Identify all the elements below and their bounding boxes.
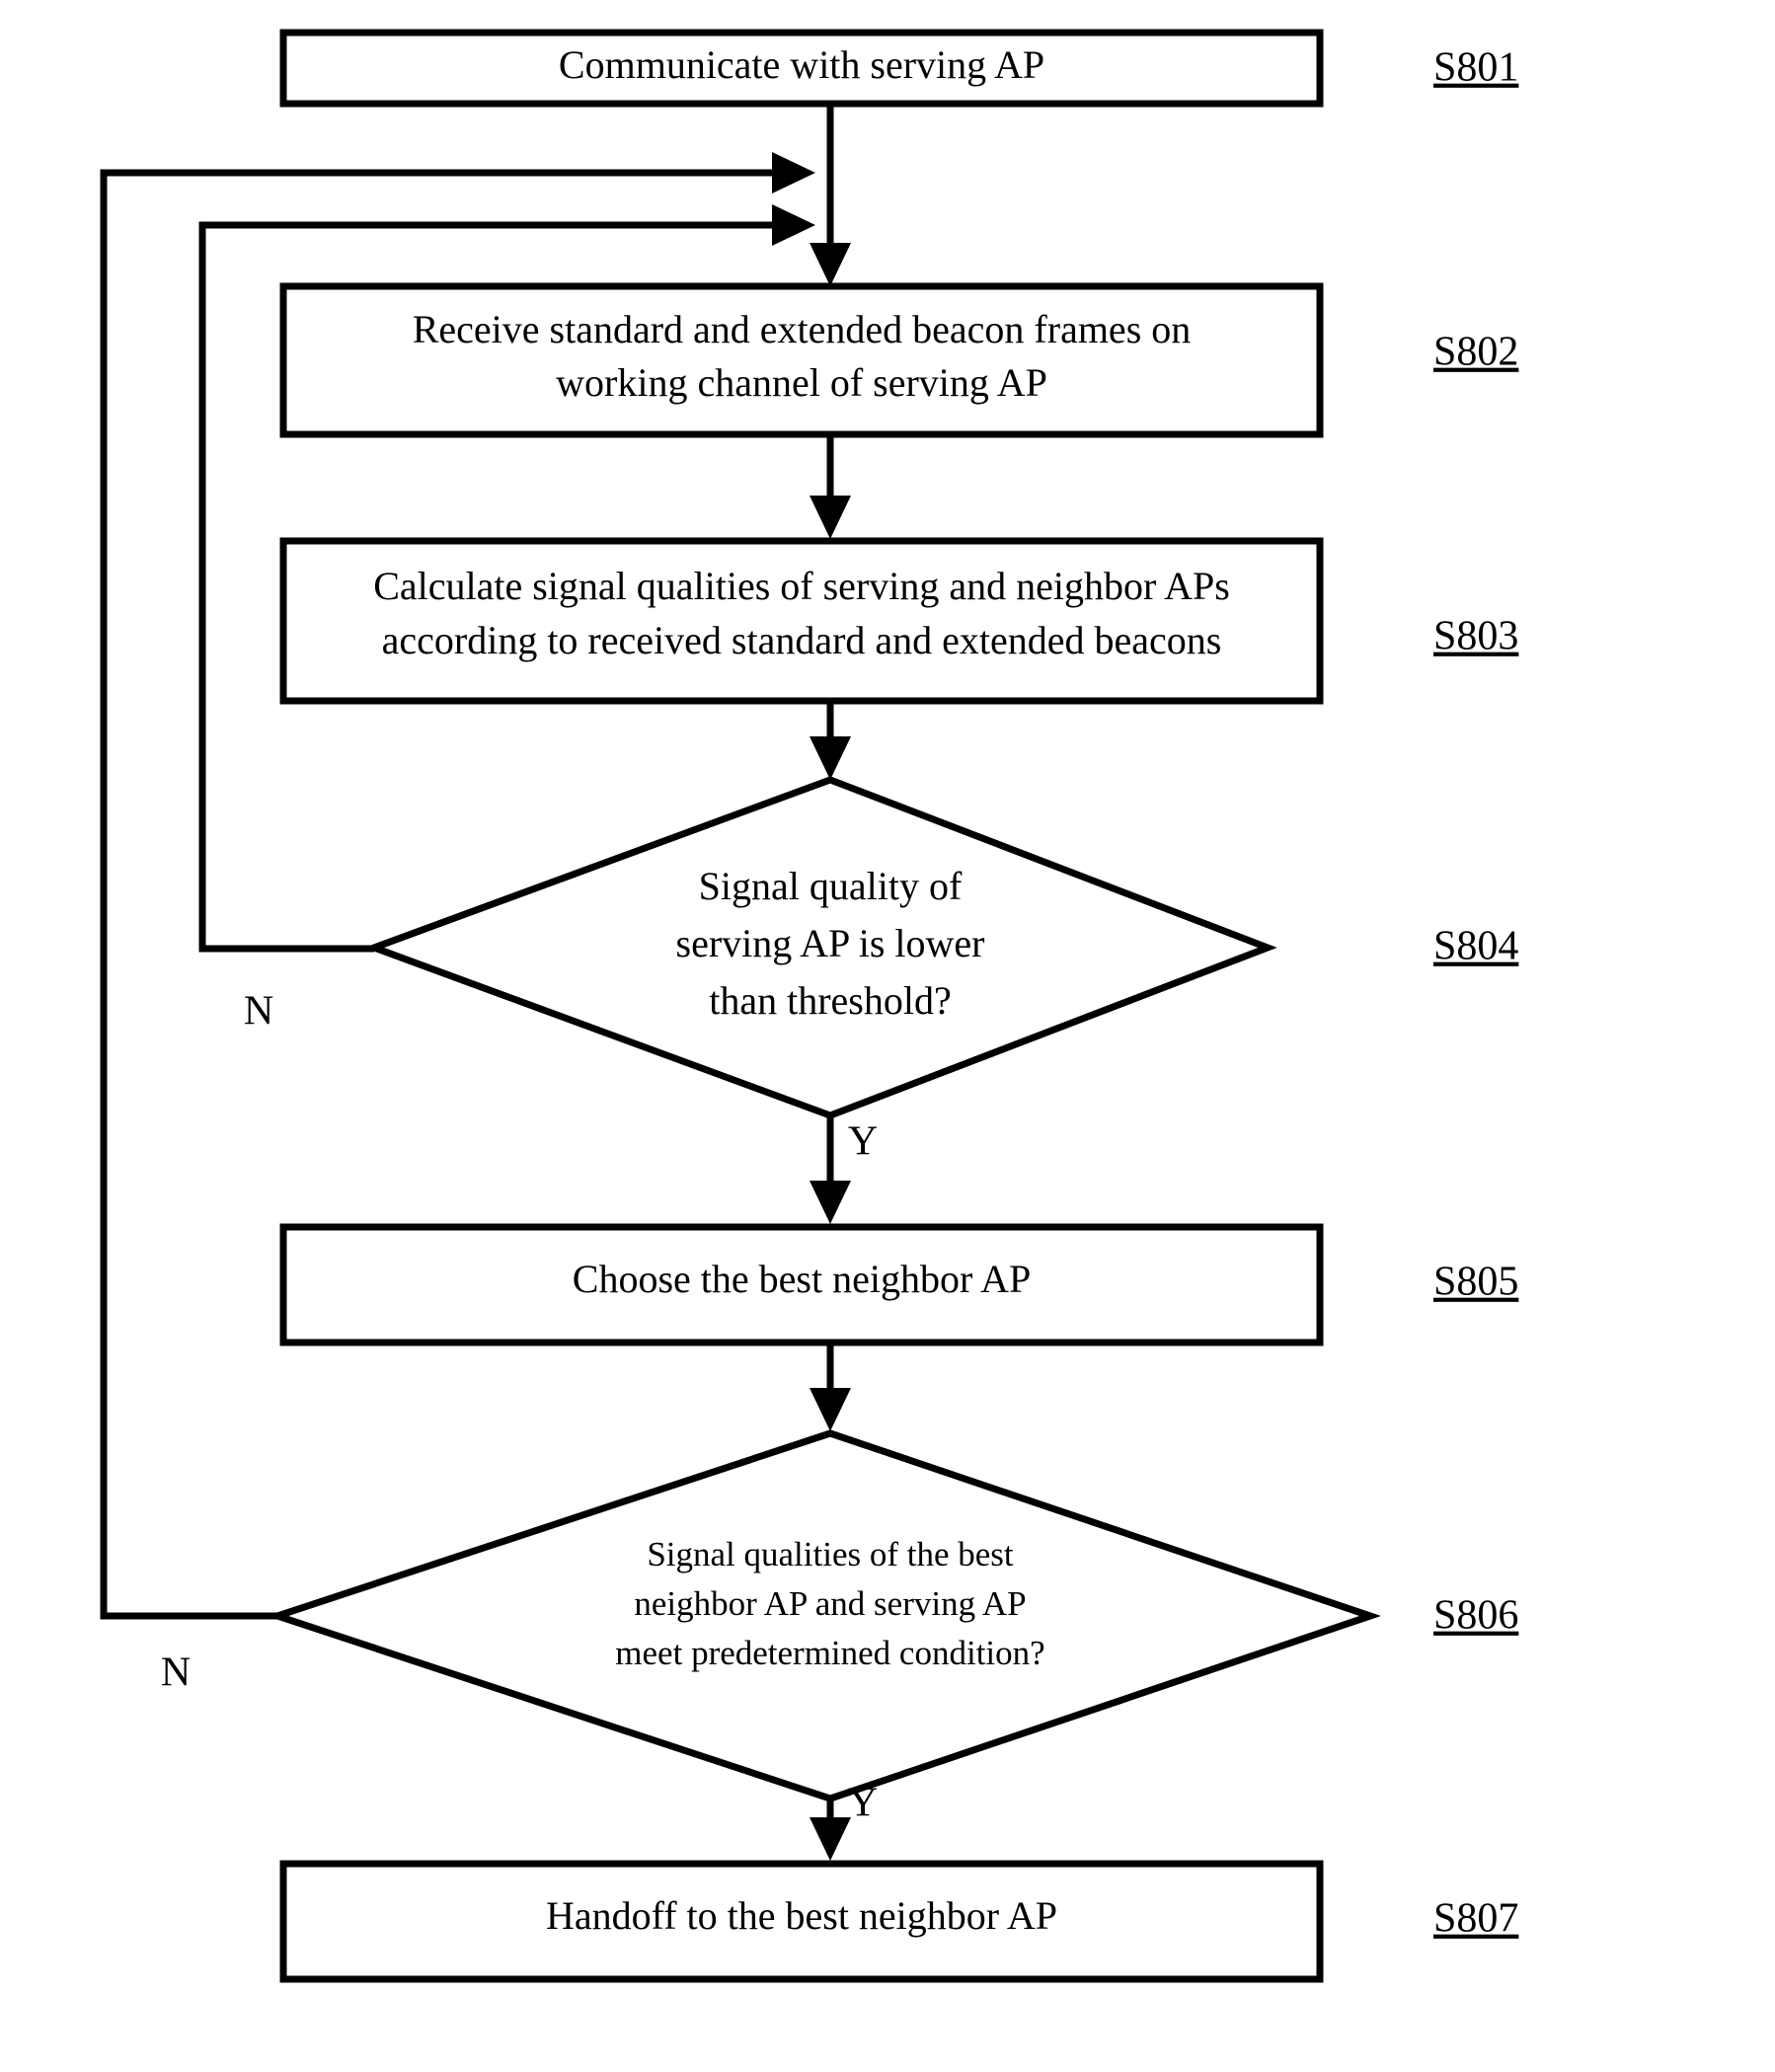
- node-s806-label-line2: neighbor AP and serving AP: [634, 1584, 1026, 1623]
- step-label-s802: S802: [1433, 330, 1518, 375]
- node-s807[interactable]: Handoff to the best neighbor AP: [279, 1860, 1324, 1983]
- node-s804[interactable]: Signal quality of serving AP is lower th…: [363, 776, 1277, 1119]
- step-label-s801: S801: [1433, 45, 1518, 91]
- arrowhead-s801-to-s802: [810, 243, 851, 286]
- node-s805-label: Choose the best neighbor AP: [573, 1257, 1031, 1301]
- node-s804-label-line1: Signal quality of: [699, 864, 963, 908]
- step-label-s805: S805: [1433, 1260, 1518, 1305]
- arrowhead-s806-no-feedback: [772, 152, 815, 193]
- node-s802[interactable]: Receive standard and extended beacon fra…: [279, 282, 1324, 438]
- branch-label-s804-yes: Y: [848, 1119, 878, 1165]
- node-s801-label: Communicate with serving AP: [559, 42, 1044, 87]
- arrowhead-s802-to-s803: [810, 496, 851, 539]
- step-label-s804: S804: [1433, 924, 1518, 969]
- node-s806[interactable]: Signal qualities of the best neighbor AP…: [266, 1429, 1381, 1803]
- branch-label-s804-no: N: [244, 989, 273, 1035]
- arrowhead-s804-yes-to-s805: [810, 1181, 851, 1224]
- flowchart-canvas: Communicate with serving AP S801 Receive…: [100, 29, 1518, 1983]
- arrowhead-s804-no-feedback: [772, 204, 815, 246]
- node-s807-label: Handoff to the best neighbor AP: [546, 1893, 1057, 1938]
- node-s802-label-line2: working channel of serving AP: [556, 360, 1047, 405]
- step-label-s803: S803: [1433, 614, 1518, 659]
- step-label-s807: S807: [1433, 1896, 1518, 1942]
- node-s803[interactable]: Calculate signal qualities of serving an…: [279, 537, 1324, 705]
- node-s803-label-line1: Calculate signal qualities of serving an…: [373, 564, 1230, 608]
- arrowhead-s803-to-s804: [810, 736, 851, 780]
- node-s803-label-line2: according to received standard and exten…: [382, 618, 1222, 662]
- node-s802-label-line1: Receive standard and extended beacon fra…: [413, 307, 1192, 351]
- flowchart-figure: Communicate with serving AP S801 Receive…: [0, 0, 1775, 2072]
- step-label-s806: S806: [1433, 1593, 1518, 1639]
- branch-label-s806-yes: Y: [848, 1781, 878, 1826]
- node-s804-label-line2: serving AP is lower: [676, 921, 985, 965]
- arrowhead-s806-yes-to-s807: [810, 1817, 851, 1861]
- node-s806-label-line1: Signal qualities of the best: [647, 1535, 1014, 1573]
- node-s805[interactable]: Choose the best neighbor AP: [279, 1223, 1324, 1346]
- node-s806-label-line3: meet predetermined condition?: [615, 1634, 1044, 1672]
- node-s804-label-line3: than threshold?: [709, 978, 952, 1023]
- branch-label-s806-no: N: [161, 1650, 191, 1696]
- node-s801[interactable]: Communicate with serving AP: [279, 29, 1324, 108]
- arrowhead-s805-to-s806: [810, 1388, 851, 1431]
